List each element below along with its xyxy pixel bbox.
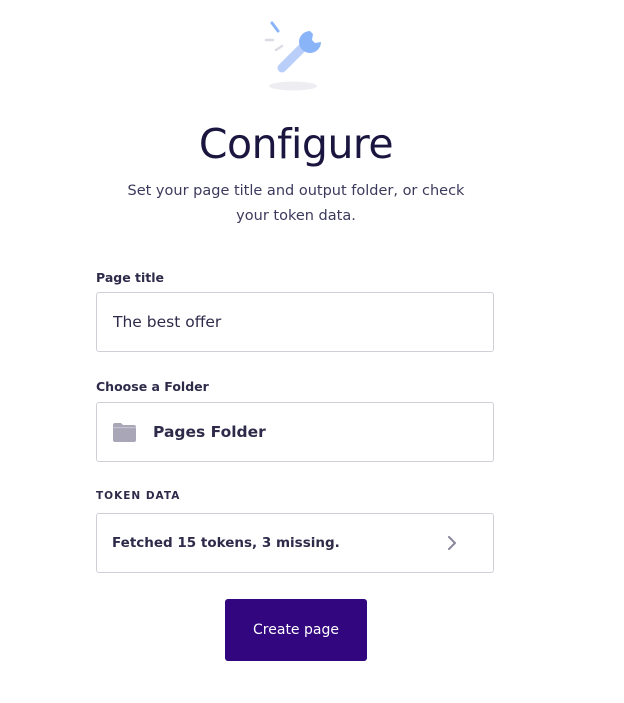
token-data-status: Fetched 15 tokens, 3 missing. <box>112 535 340 551</box>
page-title-field <box>96 292 494 352</box>
create-page-button[interactable]: Create page <box>225 599 367 661</box>
chevron-right-icon <box>448 536 456 550</box>
configure-page: Configure Set your page title and output… <box>0 0 624 703</box>
page-title-label: Page title <box>96 270 165 285</box>
token-data-label: TOKEN DATA <box>96 490 181 502</box>
folder-label: Choose a Folder <box>96 379 209 394</box>
folder-icon <box>113 422 136 442</box>
folder-select[interactable]: Pages Folder <box>96 402 494 462</box>
page-title-input[interactable] <box>97 293 493 351</box>
folder-name: Pages Folder <box>153 423 266 441</box>
wrench-icon <box>264 21 321 91</box>
page-title: Configure <box>198 120 394 168</box>
page-subtitle: Set your page title and output folder, o… <box>127 183 465 224</box>
token-data-row[interactable]: Fetched 15 tokens, 3 missing. <box>96 513 494 573</box>
